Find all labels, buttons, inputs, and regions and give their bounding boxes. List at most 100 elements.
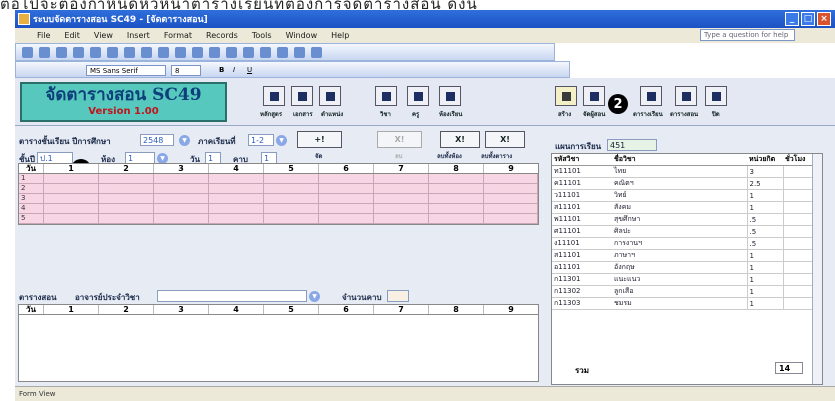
- year-select[interactable]: 2548: [140, 134, 174, 146]
- assign-teacher-button[interactable]: [583, 86, 605, 106]
- subject-name: ลูกเสือ: [612, 285, 747, 298]
- teacher-icon: [413, 91, 423, 101]
- grid-header-period-9: 9: [508, 305, 514, 314]
- curriculum-button[interactable]: [263, 86, 285, 106]
- create-label: สร้าง: [558, 111, 572, 118]
- subjects-scrollbar[interactable]: [812, 154, 822, 384]
- delete-record-icon[interactable]: [260, 46, 271, 58]
- subject-hours: [782, 165, 813, 178]
- list-item[interactable]: พ11101 สุขศึกษา .5: [552, 213, 813, 226]
- documents-button[interactable]: [291, 86, 313, 106]
- subject-credits: 2.5: [746, 177, 783, 190]
- help-search-input[interactable]: Type a question for help: [700, 29, 795, 41]
- save-icon[interactable]: [39, 46, 50, 58]
- italic-button[interactable]: I: [230, 65, 242, 76]
- cut-icon[interactable]: [107, 46, 118, 58]
- database-icon[interactable]: [294, 46, 305, 58]
- subject-button[interactable]: [375, 86, 397, 106]
- position-label: ตำแหน่ง: [321, 111, 344, 118]
- teacher-button[interactable]: [407, 86, 429, 106]
- subject-hours: [782, 249, 813, 262]
- menu-file[interactable]: File: [37, 31, 50, 40]
- create-button[interactable]: [555, 86, 577, 106]
- find-icon[interactable]: [226, 46, 237, 58]
- schedule-add-button[interactable]: +!: [297, 131, 342, 148]
- classroom-button[interactable]: [439, 86, 461, 106]
- font-size-select[interactable]: 8: [171, 65, 201, 76]
- menu-view[interactable]: View: [94, 31, 113, 40]
- menu-tools[interactable]: Tools: [252, 31, 272, 40]
- table-row[interactable]: 2: [19, 184, 538, 194]
- list-item[interactable]: ท11101 ไทย 3: [552, 165, 813, 178]
- subject-name: วิทย์: [612, 189, 747, 202]
- delete-all-button[interactable]: X!: [485, 131, 525, 148]
- subject-hours: [782, 261, 813, 274]
- preview-icon[interactable]: [73, 46, 84, 58]
- print-icon[interactable]: [56, 46, 67, 58]
- periods-count-field[interactable]: [387, 290, 409, 302]
- menu-help[interactable]: Help: [331, 31, 349, 40]
- help-icon[interactable]: [311, 46, 322, 58]
- form-body: ตารางชั้นเรียน ปีการศึกษา 2548 ▼ ภาคเรีย…: [15, 126, 835, 386]
- new-record-icon[interactable]: [243, 46, 254, 58]
- underline-button[interactable]: U: [244, 65, 256, 76]
- teacher-schedule-button[interactable]: [675, 86, 697, 106]
- subject-hours: [782, 297, 813, 310]
- subject-code: ศ11101: [552, 225, 612, 238]
- list-item[interactable]: ง11101 การงานฯ .5: [552, 237, 813, 250]
- minimize-button[interactable]: _: [785, 12, 799, 26]
- list-item[interactable]: ก11303 ชมรม 1: [552, 297, 813, 310]
- bold-button[interactable]: B: [216, 65, 228, 76]
- class-schedule-button[interactable]: [640, 86, 662, 106]
- position-icon: [325, 91, 335, 101]
- delete-room-button[interactable]: X!: [440, 131, 480, 148]
- row-day-cell: 2: [19, 184, 44, 193]
- table-row[interactable]: 5: [19, 214, 538, 224]
- list-item[interactable]: อ11101 อังกฤษ 1: [552, 261, 813, 274]
- list-item[interactable]: ส11101 ภาษาฯ 1: [552, 249, 813, 262]
- subject-credits: 1: [746, 261, 783, 274]
- font-select[interactable]: MS Sans Serif: [86, 65, 166, 76]
- view-icon[interactable]: [22, 46, 33, 58]
- filter-icon[interactable]: [209, 46, 220, 58]
- list-item[interactable]: ก11302 ลูกเสือ 1: [552, 285, 813, 298]
- list-item[interactable]: ว11101 วิทย์ 1: [552, 189, 813, 202]
- list-item[interactable]: ค11101 คณิตฯ 2.5: [552, 177, 813, 190]
- study-plan-field[interactable]: 451: [607, 139, 657, 151]
- teacher-select[interactable]: [157, 290, 307, 302]
- assign-teacher-label: จัดผู้สอน: [583, 111, 606, 118]
- teacher-dropdown-icon[interactable]: ▼: [309, 291, 320, 302]
- grid-header-period-2: 2: [99, 164, 154, 173]
- window-titlebar[interactable]: ระบบจัดตารางสอน SC49 - [จัดตารางสอน] _ □…: [15, 10, 835, 28]
- semester-dropdown-icon[interactable]: ▼: [276, 135, 287, 146]
- menu-insert[interactable]: Insert: [127, 31, 150, 40]
- spell-icon[interactable]: [90, 46, 101, 58]
- hours-header: ชั่วโมง: [783, 154, 813, 166]
- subject-credits: 1: [746, 249, 783, 262]
- sort-desc-icon[interactable]: [192, 46, 203, 58]
- year-dropdown-icon[interactable]: ▼: [179, 135, 190, 146]
- exit-button[interactable]: [705, 86, 727, 106]
- menu-edit[interactable]: Edit: [64, 31, 80, 40]
- position-button[interactable]: [319, 86, 341, 106]
- delete-entry-button[interactable]: X!: [377, 131, 422, 148]
- close-button[interactable]: ×: [817, 12, 831, 26]
- list-item[interactable]: ก11301 แนะแนว 1: [552, 273, 813, 286]
- subject-name: ศิลปะ: [612, 225, 747, 238]
- table-row[interactable]: 4: [19, 204, 538, 214]
- undo-icon[interactable]: [158, 46, 169, 58]
- grid-header-period-7: 7: [374, 164, 429, 173]
- semester-select[interactable]: 1-2: [248, 134, 274, 146]
- sort-asc-icon[interactable]: [175, 46, 186, 58]
- paste-icon[interactable]: [141, 46, 152, 58]
- copy-icon[interactable]: [124, 46, 135, 58]
- menu-format[interactable]: Format: [164, 31, 192, 40]
- properties-icon[interactable]: [277, 46, 288, 58]
- list-item[interactable]: ศ11101 ศิลปะ .5: [552, 225, 813, 238]
- menu-window[interactable]: Window: [286, 31, 318, 40]
- table-row[interactable]: 1: [19, 174, 538, 184]
- menu-records[interactable]: Records: [206, 31, 238, 40]
- maximize-button[interactable]: □: [801, 12, 815, 26]
- table-row[interactable]: 3: [19, 194, 538, 204]
- list-item[interactable]: ส11101 สังคม 1: [552, 201, 813, 214]
